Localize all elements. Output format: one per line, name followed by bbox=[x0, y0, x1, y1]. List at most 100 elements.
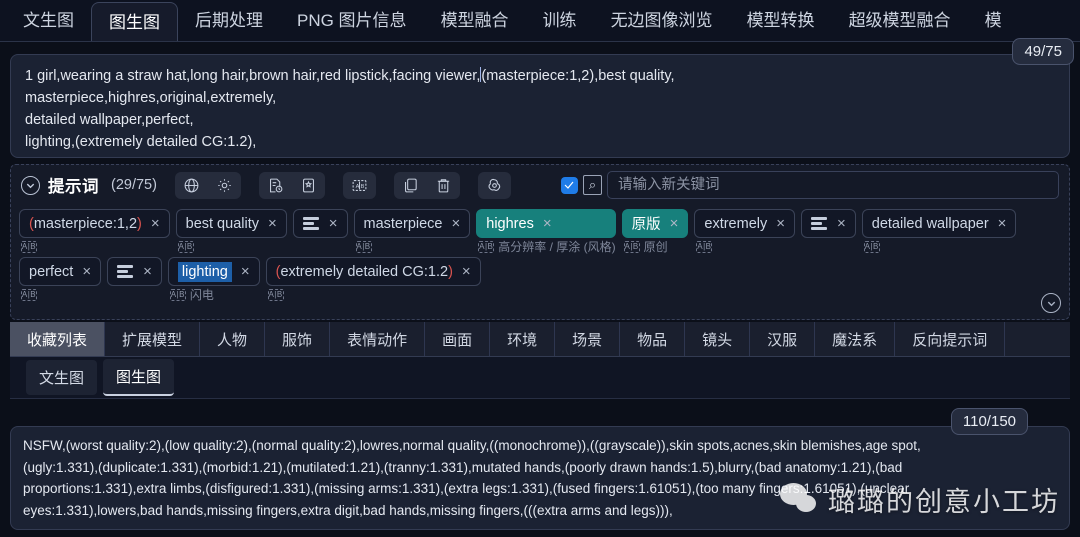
remove-chip-icon[interactable]: × bbox=[837, 216, 846, 231]
keyword-chip-sublabel: A|B bbox=[176, 238, 287, 255]
keyword-chip-label: highres bbox=[486, 215, 534, 232]
category-tab-0[interactable]: 收藏列表 bbox=[10, 322, 106, 356]
openai-spiral-icon[interactable] bbox=[478, 172, 511, 199]
keyword-chip-sublabel-text: 闪电 bbox=[189, 288, 214, 302]
keyword-chip[interactable]: (masterpiece:1,2) × bbox=[19, 209, 170, 238]
prompt-line: proportions:1.331),extra limbs,(disfigur… bbox=[23, 481, 910, 496]
keyword-chip-sublabel-text: 高分辨率 / 厚涂 (风格) bbox=[498, 240, 616, 254]
keyword-chip[interactable]: perfect × bbox=[19, 257, 102, 286]
sort-weight-icon[interactable] bbox=[811, 217, 828, 230]
translate-ab-icon[interactable]: A|B bbox=[21, 240, 37, 253]
text-cursor-icon[interactable]: ⌕ bbox=[582, 175, 602, 195]
keyword-chip[interactable]: lighting × bbox=[167, 257, 260, 286]
remove-chip-icon[interactable]: × bbox=[82, 264, 91, 279]
main-tab-6[interactable]: 无边图像浏览 bbox=[594, 1, 730, 41]
remove-chip-icon[interactable]: × bbox=[143, 264, 152, 279]
keyword-chip-row-2: perfect × A|B × lighting × A|B 闪电 (extremely det… bbox=[19, 257, 1061, 303]
translate-ab-icon[interactable]: A|B bbox=[177, 240, 194, 253]
category-tab-bar[interactable]: 收藏列表 扩展模型 人物 服饰 表情动作 画面 环境 场景 物品 镜头 汉服 魔法系 反向提示词 bbox=[10, 322, 1070, 357]
main-tab-7[interactable]: 模型转换 bbox=[730, 1, 832, 41]
translate-ab-icon[interactable]: A|B bbox=[355, 240, 372, 253]
globe-icon[interactable] bbox=[175, 172, 208, 199]
remove-chip-icon[interactable]: × bbox=[452, 216, 461, 231]
main-tab-4[interactable]: 模型融合 bbox=[424, 1, 526, 41]
category-tab-9[interactable]: 镜头 bbox=[685, 322, 751, 356]
category-tab-4[interactable]: 表情动作 bbox=[330, 322, 426, 356]
panel-collapse-chevron-icon[interactable] bbox=[1041, 293, 1061, 313]
remove-chip-icon[interactable]: × bbox=[998, 216, 1007, 231]
main-tab-1[interactable]: 图生图 bbox=[91, 2, 178, 41]
category-tab-12[interactable]: 反向提示词 bbox=[895, 322, 1006, 356]
enable-keyword-checkbox[interactable] bbox=[560, 176, 578, 194]
keyword-chip[interactable]: (extremely detailed CG:1.2) × bbox=[265, 257, 481, 286]
main-tab-3[interactable]: PNG 图片信息 bbox=[280, 1, 424, 41]
translate-ab-icon[interactable]: A|B bbox=[696, 240, 713, 253]
keyword-chip-cell: (masterpiece:1,2) × A|B bbox=[19, 209, 170, 255]
remove-chip-icon[interactable]: × bbox=[462, 264, 471, 279]
keyword-chip[interactable]: detailed wallpaper × bbox=[861, 209, 1017, 238]
translate-ab-icon[interactable]: A|B bbox=[863, 240, 880, 253]
category-tab-1[interactable]: 扩展模型 bbox=[105, 322, 201, 356]
new-keyword-input[interactable] bbox=[606, 171, 1059, 199]
history-document-icon[interactable] bbox=[259, 172, 292, 199]
chevron-down-icon[interactable] bbox=[21, 175, 40, 195]
translate-ab-icon[interactable]: A|B bbox=[623, 240, 640, 253]
sub-tab-bar[interactable]: 文生图 图生图 bbox=[10, 357, 1070, 399]
keyword-chip-row-1: (masterpiece:1,2) × A|B best quality × A|B × ma… bbox=[19, 209, 1061, 255]
main-tab-2[interactable]: 后期处理 bbox=[178, 1, 280, 41]
prompt-line: detailed wallpaper,perfect, bbox=[25, 112, 194, 128]
main-tab-8[interactable]: 超级模型融合 bbox=[832, 1, 968, 41]
keyword-chip[interactable]: × bbox=[292, 209, 348, 238]
keyword-chip[interactable]: × bbox=[107, 257, 162, 286]
keyword-chip-cell: best quality × A|B bbox=[175, 209, 287, 255]
keyword-chip-label: extremely bbox=[704, 215, 768, 232]
remove-chip-icon[interactable]: × bbox=[241, 264, 250, 279]
category-tab-5[interactable]: 画面 bbox=[425, 322, 491, 356]
negative-token-counter: 110/150 bbox=[950, 408, 1028, 435]
keyword-chip-sublabel: A|B 原创 bbox=[622, 238, 689, 255]
sub-tab-0[interactable]: 文生图 bbox=[26, 360, 98, 395]
remove-chip-icon[interactable]: × bbox=[329, 216, 338, 231]
main-tab-bar[interactable]: 文生图 图生图 后期处理 PNG 图片信息 模型融合 训练 无边图像浏览 模型转换 超级模型融合… bbox=[0, 0, 1080, 42]
remove-chip-icon[interactable]: × bbox=[543, 216, 552, 231]
category-tab-10[interactable]: 汉服 bbox=[750, 322, 816, 356]
keyword-chip-label: masterpiece bbox=[363, 215, 443, 232]
keyword-chip[interactable]: × bbox=[801, 209, 856, 238]
translate-ab-icon[interactable]: A|B bbox=[169, 288, 186, 301]
keyword-chip[interactable]: highres × bbox=[476, 209, 616, 238]
prompt-line: eyes:1.331),lowers,bad hands,missing fin… bbox=[23, 502, 673, 518]
main-tab-0[interactable]: 文生图 bbox=[6, 1, 91, 41]
keyword-chip[interactable]: extremely × bbox=[694, 209, 795, 238]
keyword-chip-sublabel: A|B bbox=[19, 238, 170, 255]
trash-icon[interactable] bbox=[427, 172, 460, 199]
bookmark-icon[interactable] bbox=[292, 172, 325, 199]
translate-ab-icon[interactable]: AB bbox=[343, 172, 376, 199]
gear-icon[interactable] bbox=[208, 172, 241, 199]
sub-tab-1[interactable]: 图生图 bbox=[103, 359, 175, 396]
keyword-chip[interactable]: best quality × bbox=[175, 209, 287, 238]
translate-ab-icon[interactable]: A|B bbox=[21, 288, 37, 301]
category-tab-3[interactable]: 服饰 bbox=[265, 322, 331, 356]
category-tab-8[interactable]: 物品 bbox=[620, 322, 686, 356]
remove-chip-icon[interactable]: × bbox=[151, 216, 160, 231]
remove-chip-icon[interactable]: × bbox=[776, 216, 785, 231]
positive-prompt-textarea[interactable]: 1 girl,wearing a straw hat,long hair,bro… bbox=[10, 54, 1070, 158]
category-tab-11[interactable]: 魔法系 bbox=[815, 322, 896, 356]
remove-chip-icon[interactable]: × bbox=[670, 216, 679, 231]
copy-icon[interactable] bbox=[394, 172, 427, 199]
keyword-chip[interactable]: 原版 × bbox=[621, 209, 689, 238]
sort-weight-icon[interactable] bbox=[117, 265, 134, 278]
negative-prompt-textarea[interactable]: NSFW,(worst quality:2),(low quality:2),(… bbox=[10, 426, 1070, 530]
keyword-chip-label: detailed wallpaper bbox=[871, 215, 989, 232]
category-tab-2[interactable]: 人物 bbox=[200, 322, 266, 356]
keyword-chip[interactable]: masterpiece × bbox=[353, 209, 471, 238]
translate-ab-icon[interactable]: A|B bbox=[478, 240, 495, 253]
main-tab-5[interactable]: 训练 bbox=[526, 1, 594, 41]
sort-weight-icon[interactable] bbox=[302, 217, 320, 230]
category-tab-6[interactable]: 环境 bbox=[490, 322, 556, 356]
button-group-translate: AB bbox=[342, 171, 376, 199]
category-tab-7[interactable]: 场景 bbox=[555, 322, 621, 356]
main-tab-9[interactable]: 模 bbox=[968, 1, 1019, 41]
remove-chip-icon[interactable]: × bbox=[268, 216, 277, 231]
translate-ab-icon[interactable]: A|B bbox=[267, 288, 284, 301]
